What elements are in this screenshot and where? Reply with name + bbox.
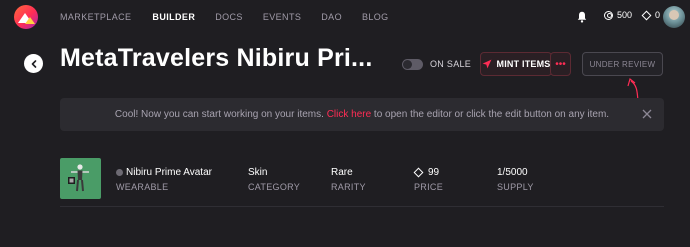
mint-items-label: MINT ITEMS xyxy=(496,59,551,69)
row-divider xyxy=(60,206,664,207)
mint-items-button[interactable]: MINT ITEMS xyxy=(480,52,552,76)
supply-value: 1/5000 xyxy=(497,167,528,178)
editor-notice-banner: Cool! Now you can start working on your … xyxy=(60,98,664,131)
item-thumbnail[interactable] xyxy=(60,158,101,199)
polygon-balance[interactable]: 0 xyxy=(641,10,661,20)
decentraland-logo[interactable] xyxy=(14,5,38,29)
supply-label: SUPPLY xyxy=(497,182,534,192)
item-type: WEARABLE xyxy=(116,182,169,192)
mana-diamond-icon xyxy=(413,167,424,178)
mana-icon xyxy=(604,10,613,20)
polygon-balance-value: 0 xyxy=(655,10,661,20)
on-sale-label: ON SALE xyxy=(430,59,472,69)
status-dot-icon xyxy=(116,169,123,176)
mana-balance-value: 500 xyxy=(617,10,633,20)
nav-blog[interactable]: BLOG xyxy=(362,12,389,22)
rarity-label: RARITY xyxy=(331,182,366,192)
more-options-button[interactable]: ••• xyxy=(550,52,571,76)
main-nav: MARKETPLACE BUILDER DOCS EVENTS DAO BLOG xyxy=(60,0,409,34)
user-avatar[interactable] xyxy=(663,6,685,28)
notice-link[interactable]: Click here xyxy=(327,109,371,120)
category-column: Skin CATEGORY xyxy=(248,167,300,192)
item-name[interactable]: Nibiru Prime Avatar xyxy=(126,167,212,178)
collection-title: MetaTravelers Nibiru Pri... xyxy=(60,44,373,72)
close-icon[interactable] xyxy=(640,107,654,121)
top-navbar: MARKETPLACE BUILDER DOCS EVENTS DAO BLOG… xyxy=(0,0,690,34)
price-label: PRICE xyxy=(414,182,444,192)
nav-events[interactable]: EVENTS xyxy=(263,12,301,22)
rarity-value: Rare xyxy=(331,167,353,178)
category-label: CATEGORY xyxy=(248,182,301,192)
notice-text: Cool! Now you can start working on your … xyxy=(115,109,609,120)
mana-balance[interactable]: 500 xyxy=(604,10,632,20)
rarity-column: Rare RARITY xyxy=(331,167,366,192)
chevron-left-icon xyxy=(31,59,36,68)
nav-marketplace[interactable]: MARKETPLACE xyxy=(60,12,131,22)
item-name-column: Nibiru Prime Avatar WEARABLE xyxy=(116,167,212,192)
bell-icon[interactable] xyxy=(577,11,587,23)
supply-column: 1/5000 SUPPLY xyxy=(497,167,534,192)
notice-text-after: to open the editor or click the edit but… xyxy=(371,109,610,120)
category-value: Skin xyxy=(248,167,268,178)
price-value: 99 xyxy=(428,167,440,178)
nav-builder[interactable]: BUILDER xyxy=(152,12,195,22)
notice-text-before: Cool! Now you can start working on your … xyxy=(114,109,327,120)
send-icon xyxy=(482,59,491,69)
back-button[interactable] xyxy=(24,54,43,73)
nav-docs[interactable]: DOCS xyxy=(215,12,243,22)
avatar-figure-icon xyxy=(68,164,89,192)
nav-dao[interactable]: DAO xyxy=(321,12,342,22)
on-sale-toggle[interactable] xyxy=(402,59,423,70)
diamond-icon xyxy=(641,10,652,20)
price-column: 99 PRICE xyxy=(413,167,444,192)
